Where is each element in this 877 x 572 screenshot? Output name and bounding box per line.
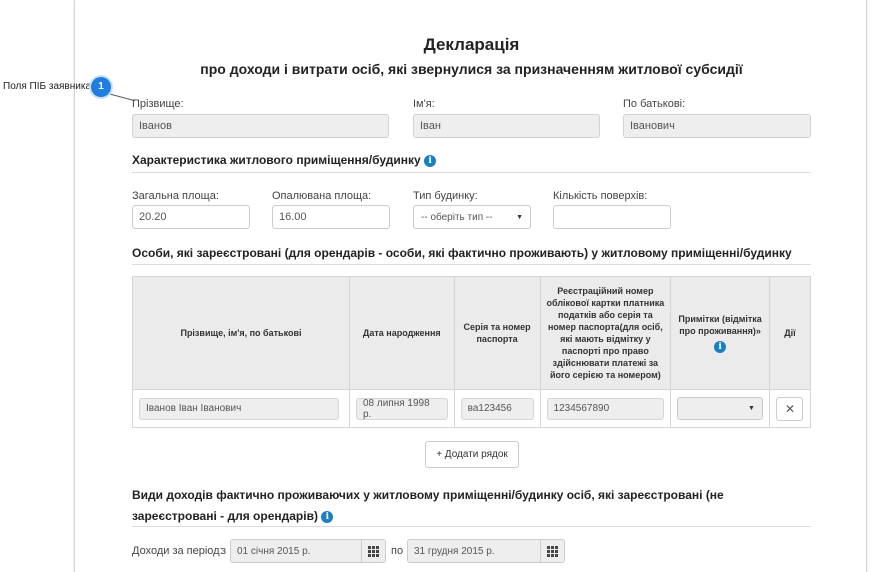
period-to-label: по	[391, 545, 404, 557]
info-icon[interactable]: i	[321, 510, 334, 523]
house-type-value: -- оберіть тип --	[421, 211, 493, 223]
declaration-form: Декларація про доходи і витрати осіб, як…	[74, 0, 867, 572]
column-header-birth-date: Дата народження	[348, 276, 455, 390]
calendar-icon	[368, 545, 379, 557]
column-header-actions: Дії	[768, 276, 812, 390]
income-section-title-text: Види доходів фактично проживаючих у житл…	[132, 488, 724, 523]
period-from-picker[interactable]: 01 січня 2015 р.	[230, 539, 386, 563]
cell-birth-date: 08 липня 1998 р.	[348, 389, 455, 428]
caret-down-icon: ▼	[748, 405, 755, 412]
divider	[132, 526, 811, 527]
surname-field[interactable]: Іванов	[132, 114, 389, 138]
cell-note: ▼	[670, 389, 770, 428]
column-header-passport: Серія та номер паспорта	[453, 276, 541, 390]
note-select[interactable]: ▼	[677, 397, 763, 420]
page-title: Декларація	[423, 35, 520, 54]
total-area-input[interactable]: 20.20	[132, 205, 250, 229]
cell-tax-number: 1234567890	[539, 389, 672, 428]
cell-full-name: Іванов Іван Іванович	[132, 389, 350, 428]
callout-label: Поля ПІБ заявника	[3, 81, 92, 92]
cell-actions: ✕	[768, 389, 812, 428]
full-name-field[interactable]: Іванов Іван Іванович	[139, 397, 339, 420]
column-header-notes: Примітки (відмітка про проживання)» i	[670, 276, 770, 390]
period-from-input[interactable]: 01 січня 2015 р.	[230, 539, 362, 563]
name-label: Ім'я:	[413, 98, 435, 110]
patronymic-field[interactable]: Іванович	[623, 114, 811, 138]
name-field[interactable]: Іван	[413, 114, 600, 138]
callout-badge: 1	[91, 77, 111, 97]
table-row: Іванов Іван Іванович 08 липня 1998 р. ва…	[132, 389, 812, 428]
total-area-label: Загальна площа:	[132, 190, 219, 202]
persons-section-title: Особи, які зареєстровані (для орендарів …	[132, 246, 792, 260]
close-icon: ✕	[784, 401, 796, 416]
patronymic-label: По батькові:	[623, 98, 686, 110]
income-period-label: Доходи за період:	[132, 545, 223, 557]
heated-area-label: Опалювана площа:	[272, 190, 372, 202]
info-icon[interactable]: i	[424, 154, 437, 167]
house-type-select[interactable]: -- оберіть тип -- ▼	[413, 205, 531, 229]
calendar-icon	[547, 545, 558, 557]
column-header-tax-number: Реєстраційний номер облікової картки пла…	[539, 276, 672, 390]
persons-table: Прізвище, ім'я, по батькові Дата народже…	[132, 276, 812, 428]
dwelling-section-title-text: Характеристика житлового приміщення/буди…	[132, 153, 421, 167]
period-from-label: з	[221, 545, 227, 557]
heated-area-input[interactable]: 16.00	[272, 205, 390, 229]
floors-input[interactable]	[553, 205, 671, 229]
surname-label: Прізвище:	[132, 98, 184, 110]
income-section-title: Види доходів фактично проживаючих у житл…	[132, 485, 811, 527]
page-subtitle: про доходи і витрати осіб, які звернулис…	[200, 61, 743, 77]
calendar-button[interactable]	[541, 539, 565, 563]
cell-passport: ва123456	[453, 389, 541, 428]
dwelling-section-title: Характеристика житлового приміщення/буди…	[132, 153, 437, 167]
period-to-input[interactable]: 31 грудня 2015 р.	[407, 539, 541, 563]
tax-number-field[interactable]: 1234567890	[546, 397, 665, 420]
divider	[132, 172, 811, 173]
divider	[132, 264, 811, 265]
delete-row-button[interactable]: ✕	[776, 396, 804, 421]
add-row-button[interactable]: + Додати рядок	[425, 441, 519, 468]
notes-header-text: Примітки (відмітка про проживання)»	[678, 314, 762, 337]
floors-label: Кількість поверхів:	[553, 190, 648, 202]
house-type-label: Тип будинку:	[413, 190, 478, 202]
info-icon[interactable]: i	[714, 340, 727, 353]
column-header-full-name: Прізвище, ім'я, по батькові	[132, 276, 350, 390]
passport-field[interactable]: ва123456	[460, 397, 534, 420]
calendar-button[interactable]	[362, 539, 386, 563]
birth-date-field[interactable]: 08 липня 1998 р.	[355, 397, 448, 420]
caret-down-icon: ▼	[516, 213, 523, 221]
period-to-picker[interactable]: 31 грудня 2015 р.	[407, 539, 565, 563]
table-header-row: Прізвище, ім'я, по батькові Дата народже…	[132, 276, 812, 390]
